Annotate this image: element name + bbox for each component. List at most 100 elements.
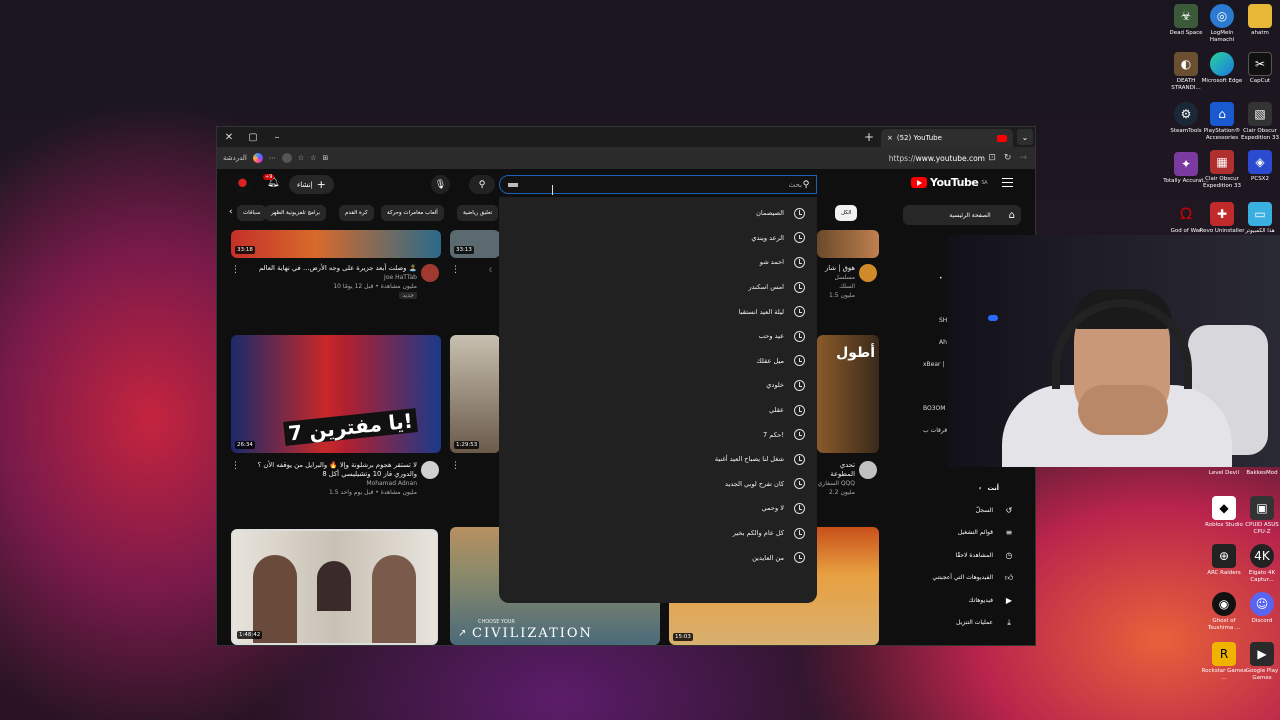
desktop-icon-discord[interactable]: ☺ Discord (1238, 592, 1280, 625)
sidebar-item-watch-later[interactable]: المشاهدة لاحقًا ◷ (903, 544, 1021, 567)
chevron-left-icon[interactable]: ‹ (229, 207, 233, 217)
search-input[interactable]: بحث (499, 175, 817, 194)
capcut-icon: ✂ (1248, 52, 1272, 76)
desktop-icon-elgato[interactable]: 4K Elgato 4K Captur... (1238, 544, 1280, 583)
suggestion-item[interactable]: ميل عقلك (499, 349, 817, 374)
suggestion-item[interactable]: امس اسكندر (499, 275, 817, 300)
channel-avatar[interactable] (421, 264, 439, 282)
video-thumbnail[interactable]: 1:29:53 (450, 335, 500, 453)
url-field[interactable]: https://www.youtube.com (889, 154, 985, 163)
suggestion-item[interactable]: عيد وحب (499, 324, 817, 349)
desktop-icon-google-play-games[interactable]: ▶ Google Play Games (1238, 642, 1280, 681)
history-icon (794, 355, 805, 367)
close-window-button[interactable]: ✕ (217, 127, 241, 147)
desktop-icon-ahatm[interactable]: ahatm (1236, 4, 1280, 37)
video-title[interactable]: لا تستقر هجوم برشلونة وإلا 🔥 والبرايل من… (247, 461, 417, 479)
desktop-icon-clair-obscur-2[interactable]: ▧ Clair Obscur Expedition 33 (1236, 102, 1280, 141)
favorites-icon[interactable]: ☆ (298, 154, 304, 162)
video-thumbnail[interactable]: 33:13 (450, 230, 500, 258)
video-thumbnail[interactable] (817, 230, 879, 258)
video-title[interactable]: هوق | شار (817, 264, 855, 273)
tab-youtube[interactable]: × (52) YouTube (881, 129, 1013, 147)
desktop-icon-bakkesmod[interactable]: BakkesMod (1238, 470, 1280, 477)
channel-avatar[interactable] (859, 461, 877, 479)
tab-grid-icon[interactable]: ⊞ (322, 154, 328, 162)
search-button[interactable]: ⚲ (469, 175, 495, 194)
suggestion-item[interactable]: ليلة العيد انستقبا (499, 299, 817, 324)
chip-tv-shows[interactable]: برامج تلفزيونية الظهر (265, 205, 327, 221)
video-thumbnail[interactable]: 1:48:42 (231, 529, 438, 645)
desktop-icon-pcsx2[interactable]: ◈ PCSX2 (1236, 150, 1280, 183)
desktop-icon-cpu-z[interactable]: ▣ CPUID ASUS CPU-Z (1238, 496, 1280, 535)
channel-avatar[interactable] (421, 461, 439, 479)
channel-name[interactable]: مسلسل السلك (817, 273, 855, 291)
suggestion-item[interactable]: كان تفرح لوبي الجديد (499, 472, 817, 497)
external-link-icon: ↗ (458, 628, 467, 639)
copilot-icon[interactable] (252, 153, 263, 163)
subscription-fragment: xBear | (923, 361, 945, 368)
suggestion-item[interactable]: احمد شو (499, 250, 817, 275)
video-title[interactable]: وصلت أبعد جزيرة على وجه الأرض... في نهاي… (257, 264, 417, 273)
tab-close-icon[interactable]: × (887, 134, 893, 142)
suggestion-item[interactable]: كل عام والكم بخير (499, 521, 817, 546)
address-bar: الدردشة ⋯ ☆ ☆ ⊞ https://www.youtube.com … (217, 147, 1035, 169)
more-actions-icon[interactable]: ⋮ (231, 265, 240, 275)
refresh-icon[interactable]: ↻ (1004, 153, 1012, 163)
chip-adventure[interactable]: ألعاب مغامرات وحركة (381, 205, 444, 221)
sidebar-item-home[interactable]: الصفحة الرئيسية ⌂ (903, 205, 1021, 225)
suggestion-item[interactable]: عقلي (499, 398, 817, 423)
chip-all[interactable]: الكل (835, 205, 858, 221)
star-add-icon[interactable]: ☆ (310, 154, 316, 162)
sidebar-item-history[interactable]: السجلّ ↺ (903, 499, 1021, 522)
sidebar-item-your-videos[interactable]: فيديوهاتك ▶ (903, 589, 1021, 612)
history-icon (794, 256, 805, 268)
suggestion-item[interactable]: لا وحمي (499, 496, 817, 521)
suggestion-item[interactable]: الرعد ويندي (499, 226, 817, 251)
sidebar-item-liked[interactable]: الفيديوهات التي أعجبتني 👍︎ (903, 567, 1021, 590)
video-thumbnail[interactable]: أطول (817, 335, 879, 453)
maximize-button[interactable]: ▢ (241, 127, 265, 147)
more-actions-icon[interactable]: ⋮ (451, 461, 460, 471)
video-title[interactable]: تحدي المطوعة (815, 461, 855, 479)
suggestion-item[interactable]: الصيصمان (499, 201, 817, 226)
moon-icon: ☾ (489, 267, 495, 274)
channel-name[interactable]: Mohamad Adnan (247, 479, 417, 488)
suggestion-item[interactable]: حكم 7! (499, 422, 817, 447)
desktop-icon-this-pc[interactable]: ▭ هذا الكمبيوتر (1236, 202, 1280, 235)
title-bar: ✕ ▢ – + × (52) YouTube ⌄ (217, 127, 1035, 147)
suggestion-item[interactable]: شغل لنا يصباح العيد أغنية (499, 447, 817, 472)
video-thumbnail[interactable]: 33:18 (231, 230, 441, 258)
sidebar-item-playlists[interactable]: قوائم التشغيل ≡ (903, 522, 1021, 545)
minimize-button[interactable]: – (265, 127, 289, 147)
notifications-button[interactable]: 🔔︎ +9 (263, 174, 280, 188)
chip-football[interactable]: كرة القدم (339, 205, 374, 221)
channel-avatar[interactable] (859, 264, 877, 282)
channel-name[interactable]: السفاري QQQ (815, 479, 855, 488)
suggestion-item[interactable]: من العايدين (499, 545, 817, 570)
account-avatar[interactable] (234, 176, 251, 193)
more-icon[interactable]: ⋯ (269, 154, 276, 162)
forward-icon[interactable]: → (1019, 153, 1027, 163)
more-actions-icon[interactable]: ⋮ (231, 461, 240, 471)
video-thumbnail[interactable]: 7 يا مفترين! 26:34 (231, 335, 441, 453)
channel-name[interactable]: Joe HaTTab (257, 273, 417, 282)
chip-racing[interactable]: سباقات (237, 205, 267, 221)
more-actions-icon[interactable]: ⋮ (451, 265, 460, 275)
plus-icon: + (316, 178, 326, 191)
profile-icon[interactable] (281, 153, 292, 163)
suggestion-item[interactable]: خلودي (499, 373, 817, 398)
lock-icon[interactable]: ⊡ (988, 153, 996, 163)
youtube-logo[interactable]: YouTube SA (911, 176, 987, 189)
desktop-icon-capcut[interactable]: ✂ CapCut (1236, 52, 1280, 85)
tab-actions-button[interactable]: ⌄ (1017, 129, 1033, 145)
new-tab-button[interactable]: + (861, 129, 877, 145)
create-button[interactable]: إنشاء + (289, 175, 334, 194)
copilot-chat-label[interactable]: الدردشة (223, 154, 247, 162)
chip-sports[interactable]: تعليق رياضية (457, 205, 499, 221)
video-meta: 10 مليون مشاهدة • قبل 12 يومًا (333, 283, 417, 290)
sidebar-item-downloads[interactable]: عمليات التنزيل ⤓ (903, 612, 1021, 635)
menu-icon[interactable] (1002, 178, 1013, 187)
search-inline-icon[interactable]: ⚲ (795, 175, 817, 194)
voice-search-button[interactable]: 🎙︎ (431, 175, 450, 194)
sidebar-you-header[interactable]: ‹ أنت (903, 477, 1021, 499)
